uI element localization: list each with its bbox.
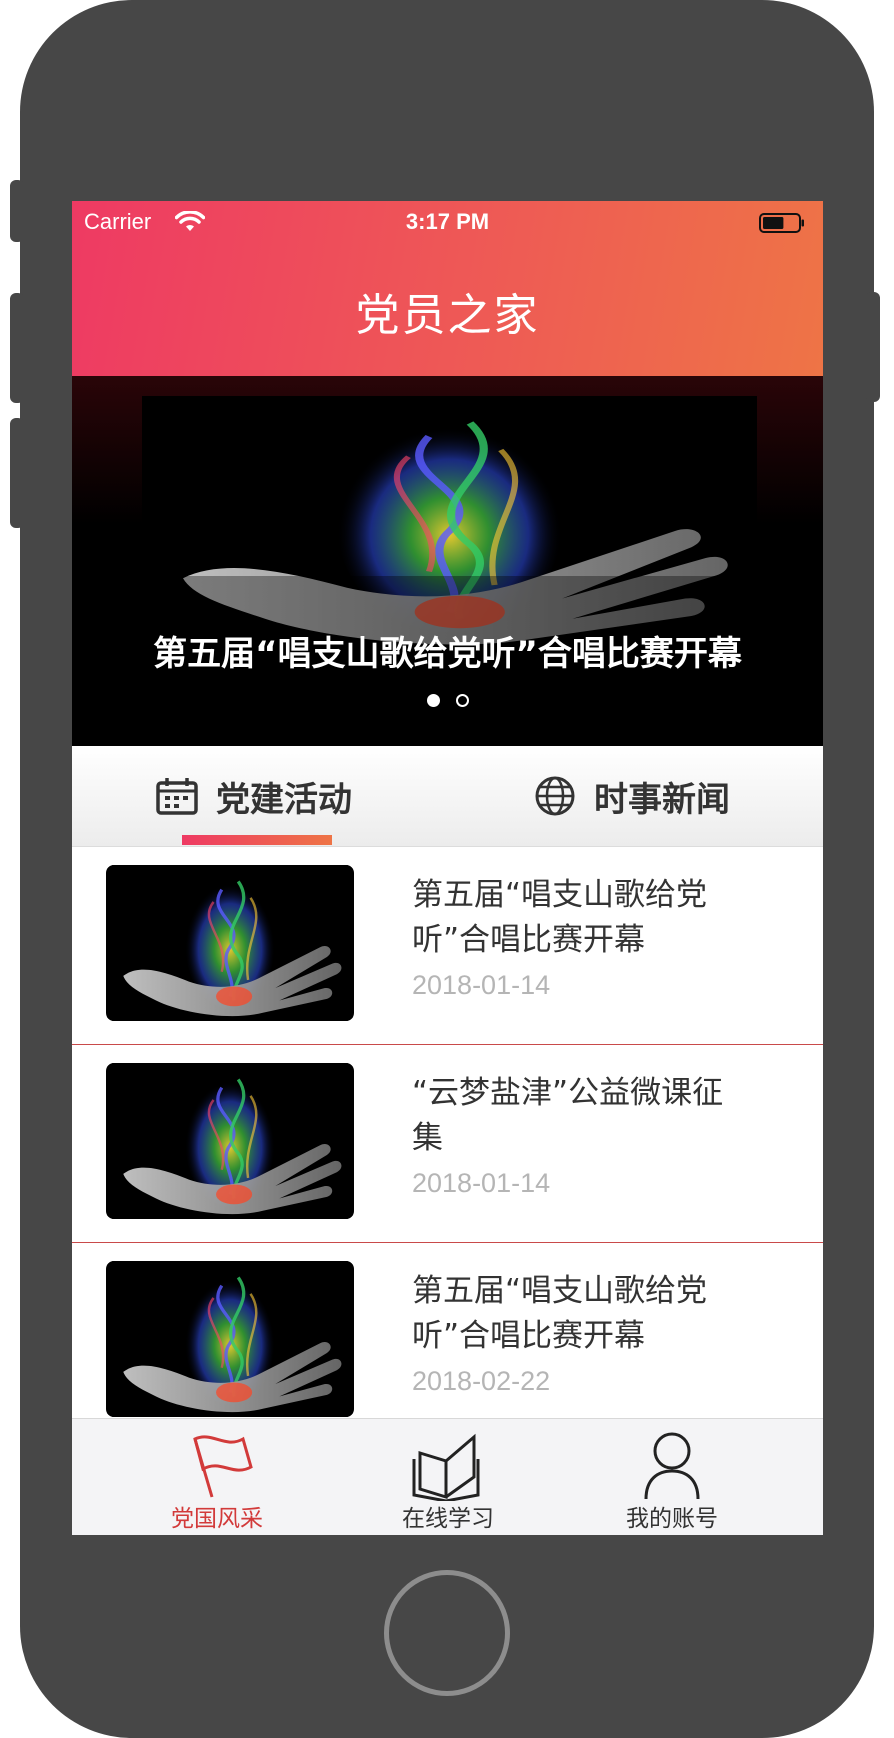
article-thumbnail — [106, 1063, 354, 1219]
volume-down-button — [10, 418, 24, 528]
carousel-dot[interactable] — [455, 694, 469, 707]
article-thumbnail — [106, 865, 354, 1021]
user-icon — [644, 1432, 700, 1500]
tabbar-item-online-learning[interactable]: 在线学习 — [348, 1419, 548, 1535]
globe-icon — [535, 776, 575, 816]
flag-icon — [193, 1435, 253, 1498]
article-date: 2018-01-14 — [412, 970, 551, 1000]
power-button — [866, 292, 880, 402]
article-date: 2018-01-14 — [412, 1168, 551, 1198]
tab-label: 时事新闻 — [594, 779, 730, 820]
list-item[interactable]: 第五届“唱支山歌给党听”合唱比赛开幕 2018-02-22 — [72, 1243, 823, 1441]
carousel-dot[interactable] — [426, 694, 440, 707]
list-item[interactable]: “云梦盐津”公益微课征集 2018-01-14 — [72, 1045, 823, 1243]
mute-switch — [10, 180, 24, 242]
bottom-tab-bar: 党国风采 在线学习 我的账号 — [72, 1418, 823, 1535]
page-title: 党员之家 — [355, 290, 540, 341]
home-button[interactable] — [384, 1570, 510, 1696]
banner-caption: 第五届“唱支山歌给党听”合唱比赛开幕 — [153, 634, 742, 674]
active-tab-indicator — [182, 835, 332, 845]
header: Carrier 3:17 PM 党员之家 — [72, 201, 823, 376]
article-title: 第五届“唱支山歌给党听”合唱比赛开幕 — [412, 1273, 708, 1354]
tabbar-label: 在线学习 — [402, 1506, 494, 1532]
banner-carousel[interactable]: 第五届“唱支山歌给党听”合唱比赛开幕 — [72, 376, 823, 746]
status-bar: Carrier 3:17 PM — [72, 201, 823, 245]
volume-up-button — [10, 293, 24, 403]
carousel-pagination[interactable] — [72, 692, 823, 711]
open-book-icon — [412, 1433, 480, 1501]
article-thumbnail — [106, 1261, 354, 1417]
tabbar-label: 党国风采 — [171, 1506, 263, 1532]
article-list: 第五届“唱支山歌给党听”合唱比赛开幕 2018-01-14 “云梦盐津”公益微课… — [72, 847, 823, 1441]
status-time: 3:17 PM — [405, 209, 490, 234]
list-item[interactable]: 第五届“唱支山歌给党听”合唱比赛开幕 2018-01-14 — [72, 847, 823, 1045]
app-screen: Carrier 3:17 PM 党员之家 第五届“唱支山歌给党听”合唱比赛开幕 … — [72, 201, 823, 1535]
segment-tabs: 党建活动 时事新闻 — [72, 746, 823, 847]
article-title: 第五届“唱支山歌给党听”合唱比赛开幕 — [412, 877, 708, 958]
tab-label: 党建活动 — [216, 779, 352, 820]
tab-current-news[interactable]: 时事新闻 — [534, 746, 730, 846]
tabbar-label: 我的账号 — [626, 1506, 718, 1532]
tab-party-activities[interactable]: 党建活动 — [156, 746, 352, 846]
tabbar-item-my-account[interactable]: 我的账号 — [572, 1419, 772, 1535]
banner-image — [72, 376, 823, 746]
tabbar-item-party-style[interactable]: 党国风采 — [117, 1419, 317, 1535]
article-date: 2018-02-22 — [412, 1366, 551, 1396]
article-title: “云梦盐津”公益微课征集 — [412, 1075, 724, 1156]
calendar-icon — [156, 778, 198, 815]
battery-icon — [759, 213, 804, 233]
